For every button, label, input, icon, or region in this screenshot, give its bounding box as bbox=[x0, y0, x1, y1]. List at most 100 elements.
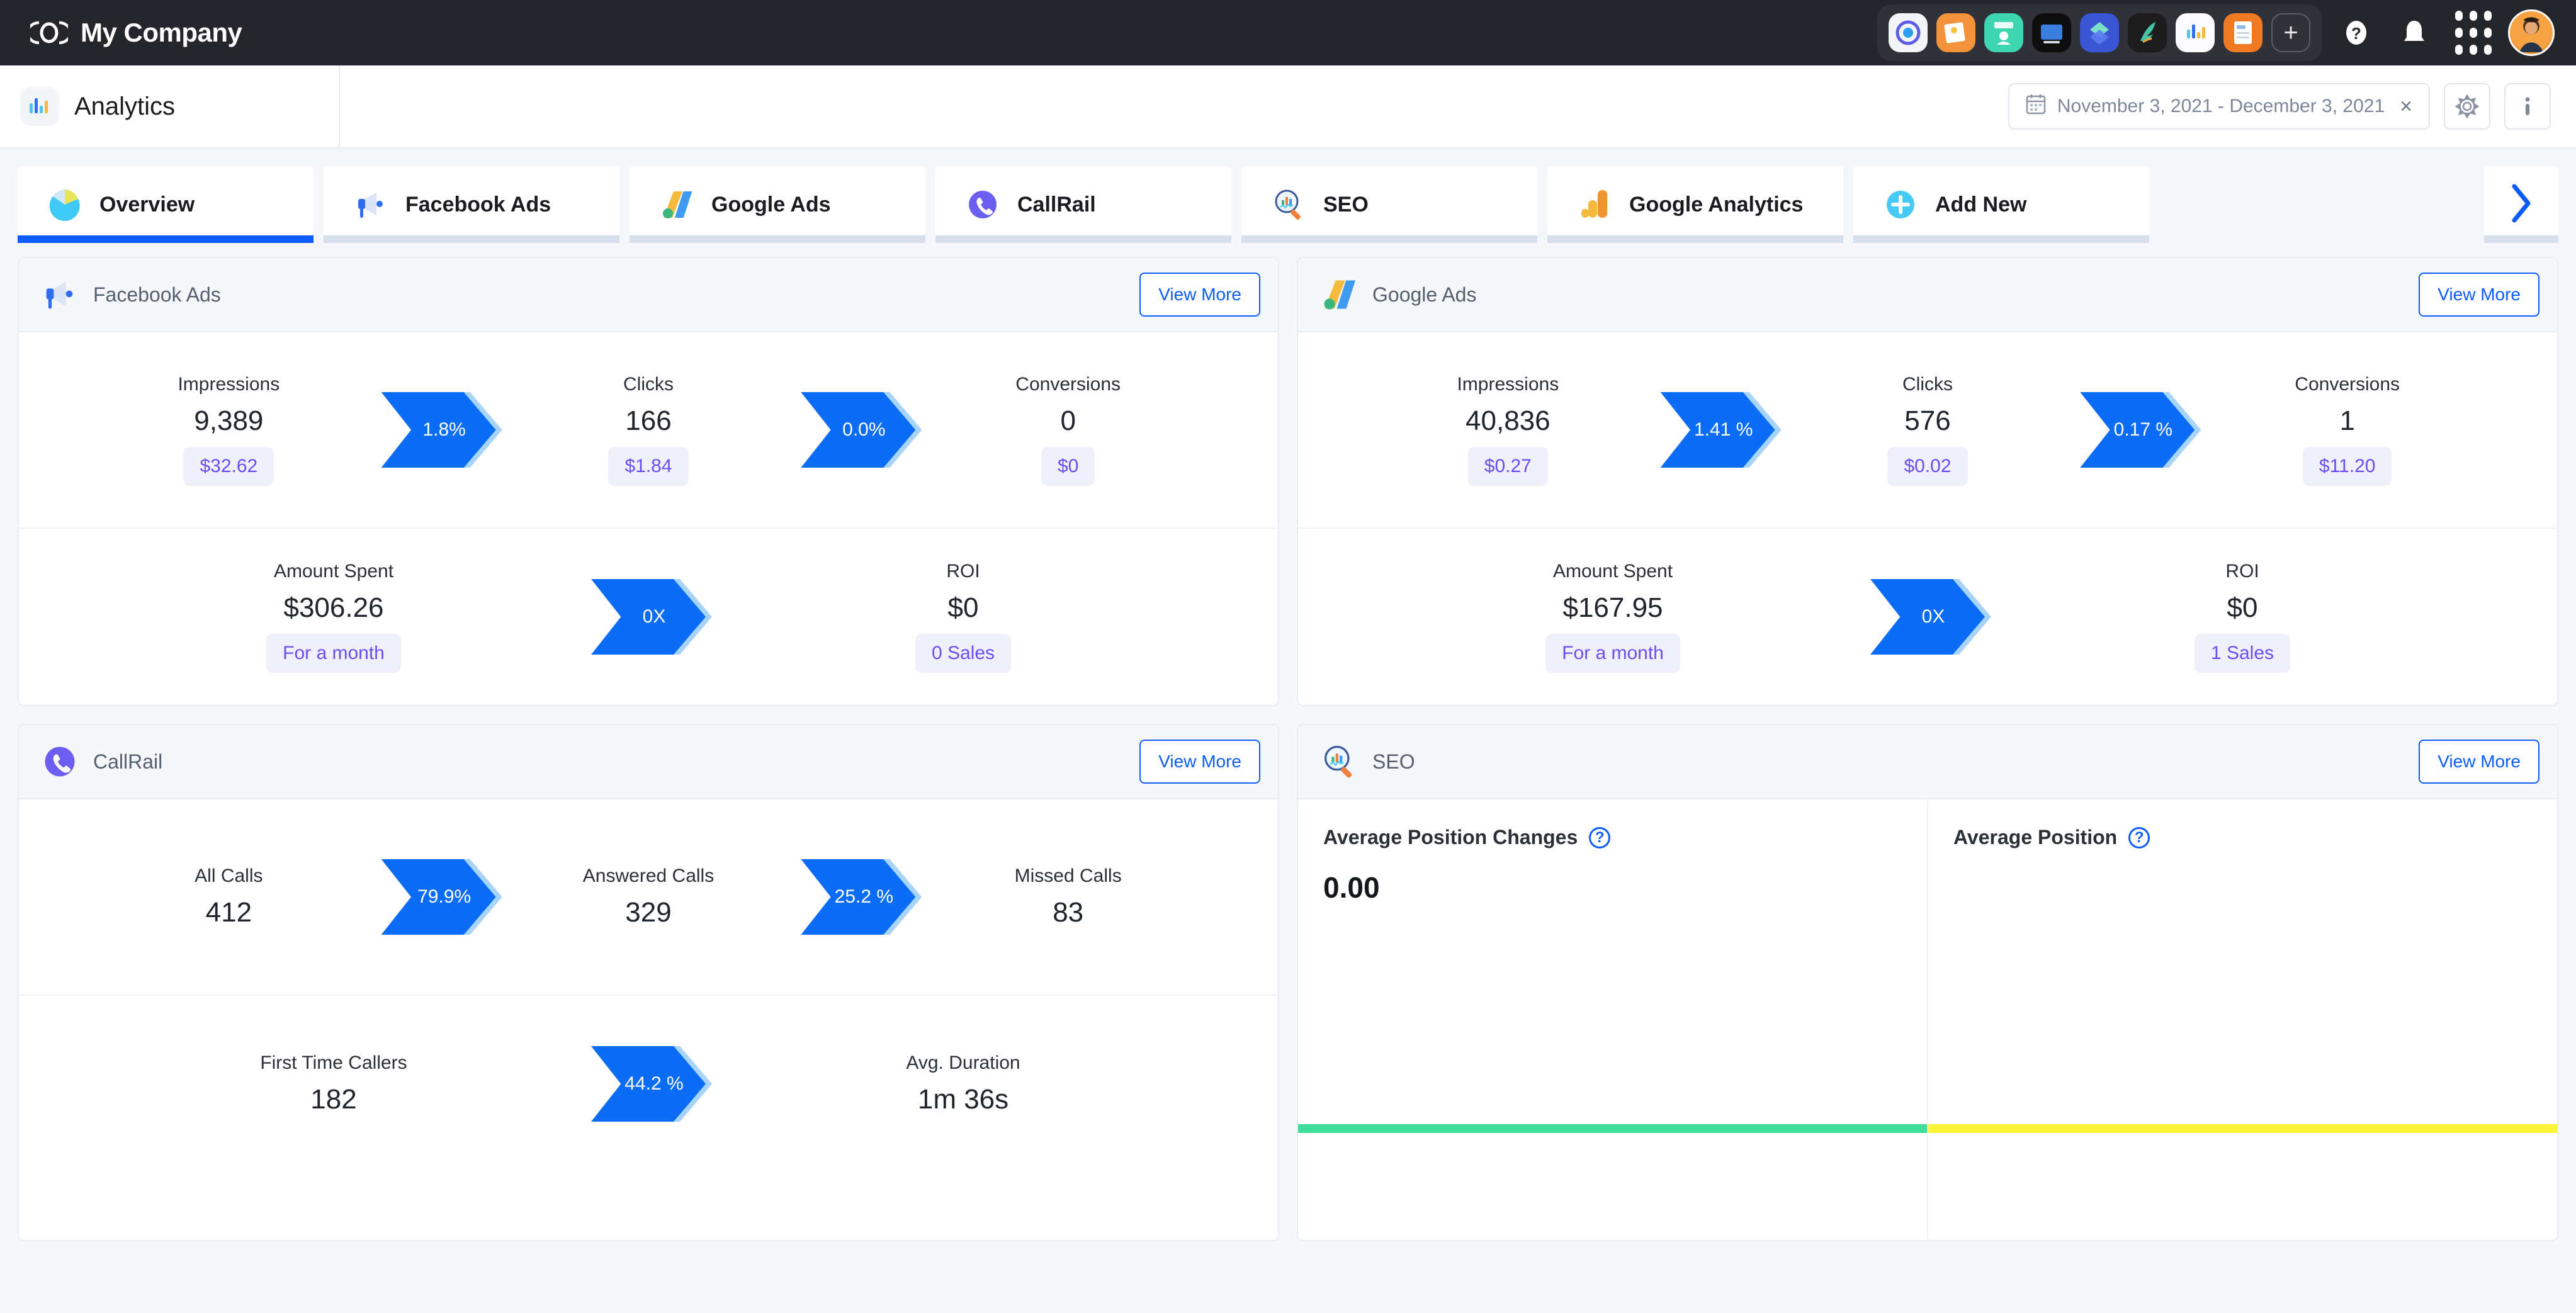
help-icon[interactable]: ? bbox=[1589, 826, 1611, 848]
metric-first-time-callers: First Time Callers 182 bbox=[19, 996, 648, 1172]
seo-panel-title-group: Average Position Changes ? bbox=[1323, 826, 1902, 849]
analytics-icon bbox=[20, 87, 59, 126]
magnifier-icon bbox=[1319, 742, 1359, 781]
phone-icon bbox=[40, 742, 79, 781]
metric-label: First Time Callers bbox=[260, 1052, 407, 1073]
metric-pill: For a month bbox=[1545, 634, 1680, 673]
metric-pill: 0 Sales bbox=[915, 634, 1012, 673]
metric-label: ROI bbox=[946, 561, 980, 582]
metric-pill: $1.84 bbox=[608, 447, 689, 486]
metric-pill: 1 Sales bbox=[2194, 634, 2291, 673]
view-more-button[interactable]: View More bbox=[1139, 273, 1260, 317]
plus-circle-icon bbox=[1882, 186, 1919, 223]
rate-badge-label: 25.2 % bbox=[834, 886, 894, 907]
subheader-actions: November 3, 2021 - December 3, 2021 × bbox=[2008, 83, 2576, 130]
dashboard-grid: Facebook Ads View More Impressions 9,389… bbox=[0, 243, 2576, 1241]
metric-value: 83 bbox=[1053, 897, 1084, 928]
seo-panel-title: Average Position bbox=[1953, 826, 2118, 848]
metric-pill: $11.20 bbox=[2302, 447, 2392, 486]
app-grid-icon[interactable] bbox=[2455, 11, 2492, 55]
tab-callrail[interactable]: CallRail bbox=[935, 166, 1231, 243]
google-ads-icon bbox=[1319, 275, 1359, 314]
app-icon-photos[interactable] bbox=[1936, 13, 1975, 52]
app-icon-contacts[interactable] bbox=[1984, 13, 2023, 52]
app-icon-target[interactable] bbox=[1889, 13, 1928, 52]
metric-impressions: Impressions 40,836 $0.27 bbox=[1298, 332, 1718, 527]
brand[interactable]: My Company bbox=[26, 18, 242, 48]
metric-label: Clicks bbox=[623, 374, 674, 395]
tab-label: SEO bbox=[1323, 192, 1369, 217]
metric-pill: $0 bbox=[1041, 447, 1095, 486]
metric-pill: $32.62 bbox=[183, 447, 274, 486]
app-icon-analytics[interactable] bbox=[2176, 13, 2215, 52]
metric-value: 412 bbox=[205, 897, 252, 928]
app-icon-add[interactable]: + bbox=[2271, 13, 2310, 52]
rate-badge: 79.9% bbox=[381, 859, 502, 935]
tab-add-new[interactable]: Add New bbox=[1853, 166, 2149, 243]
metric-roi: ROI $0 0 Sales bbox=[648, 529, 1278, 705]
metric-value: 40,836 bbox=[1466, 405, 1551, 436]
seo-trend-bar bbox=[1928, 1124, 2557, 1133]
seo-panels: Average Position Changes ? 0.00 Average … bbox=[1298, 799, 2557, 1240]
metric-row: Impressions 9,389 $32.62 1.8% Clicks 166… bbox=[19, 332, 1278, 527]
date-range-picker[interactable]: November 3, 2021 - December 3, 2021 × bbox=[2008, 83, 2430, 130]
rate-badge: 25.2 % bbox=[801, 859, 922, 935]
metric-row: All Calls 412 79.9% Answered Calls 329 2… bbox=[19, 799, 1278, 995]
card-facebook-ads: Facebook Ads View More Impressions 9,389… bbox=[18, 257, 1279, 706]
metric-value: 1m 36s bbox=[917, 1084, 1009, 1115]
tab-overview[interactable]: Overview bbox=[18, 166, 314, 243]
metric-label: Conversions bbox=[1015, 374, 1121, 395]
card-header: CallRail View More bbox=[19, 725, 1278, 799]
card-seo: SEO View More Average Position Changes ?… bbox=[1297, 724, 2558, 1241]
tabs-next-button[interactable] bbox=[2484, 166, 2558, 243]
megaphone-icon bbox=[353, 186, 389, 223]
help-button[interactable]: ? bbox=[2333, 9, 2380, 56]
metric-value: 576 bbox=[1904, 405, 1951, 436]
help-icon[interactable]: ? bbox=[2128, 826, 2150, 848]
settings-button[interactable] bbox=[2444, 83, 2490, 130]
app-icon-hummingbird[interactable] bbox=[2128, 13, 2167, 52]
close-icon[interactable]: × bbox=[2400, 94, 2412, 119]
card-header: Google Ads View More bbox=[1298, 258, 2557, 332]
seo-panel-value: 0.00 bbox=[1323, 871, 1380, 904]
metric-value: 166 bbox=[625, 405, 672, 436]
rate-badge-label: 0.17 % bbox=[2113, 419, 2173, 440]
metric-pill: $0.27 bbox=[1467, 447, 1548, 486]
metric-pill: For a month bbox=[266, 634, 401, 673]
rate-badge-label: 79.9% bbox=[417, 886, 472, 907]
phone-icon bbox=[964, 186, 1001, 223]
tab-google-ads[interactable]: Google Ads bbox=[630, 166, 925, 243]
view-more-button[interactable]: View More bbox=[1139, 740, 1260, 784]
pie-chart-icon bbox=[47, 186, 83, 223]
metric-impressions: Impressions 9,389 $32.62 bbox=[19, 332, 439, 527]
app-icon-device[interactable] bbox=[2032, 13, 2071, 52]
tab-facebook-ads[interactable]: Facebook Ads bbox=[324, 166, 619, 243]
rate-badge: 0X bbox=[591, 579, 712, 655]
svg-text:?: ? bbox=[2351, 24, 2361, 43]
metric-value: 182 bbox=[310, 1084, 357, 1115]
tab-label: Facebook Ads bbox=[405, 192, 551, 217]
tab-seo[interactable]: SEO bbox=[1241, 166, 1537, 243]
view-more-button[interactable]: View More bbox=[2419, 740, 2539, 784]
metric-value: $0 bbox=[947, 592, 979, 623]
notification-bell-icon[interactable] bbox=[2391, 9, 2438, 56]
app-icon-layers[interactable] bbox=[2080, 13, 2119, 52]
topbar-right-cluster: + ? bbox=[1877, 4, 2555, 61]
rate-badge-label: 1.41 % bbox=[1693, 419, 1753, 440]
rate-badge: 0.17 % bbox=[2080, 392, 2201, 468]
card-callrail: CallRail View More All Calls 412 79.9% A… bbox=[18, 724, 1279, 1241]
avatar[interactable] bbox=[2508, 9, 2555, 56]
app-icon-invoices[interactable] bbox=[2223, 13, 2262, 52]
rate-badge: 1.8% bbox=[381, 392, 502, 468]
view-more-button[interactable]: View More bbox=[2419, 273, 2539, 317]
metric-label: Amount Spent bbox=[273, 561, 394, 582]
metric-label: Impressions bbox=[178, 374, 280, 395]
tab-google-analytics[interactable]: Google Analytics bbox=[1547, 166, 1843, 243]
info-button[interactable] bbox=[2504, 83, 2551, 130]
metric-label: Conversions bbox=[2295, 374, 2400, 395]
metric-label: Clicks bbox=[1902, 374, 1953, 395]
metric-label: Answered Calls bbox=[582, 865, 715, 886]
metric-row: Amount Spent $306.26 For a month 0X ROI … bbox=[19, 527, 1278, 705]
rate-badge: 0.0% bbox=[801, 392, 922, 468]
metric-value: $306.26 bbox=[283, 592, 384, 623]
